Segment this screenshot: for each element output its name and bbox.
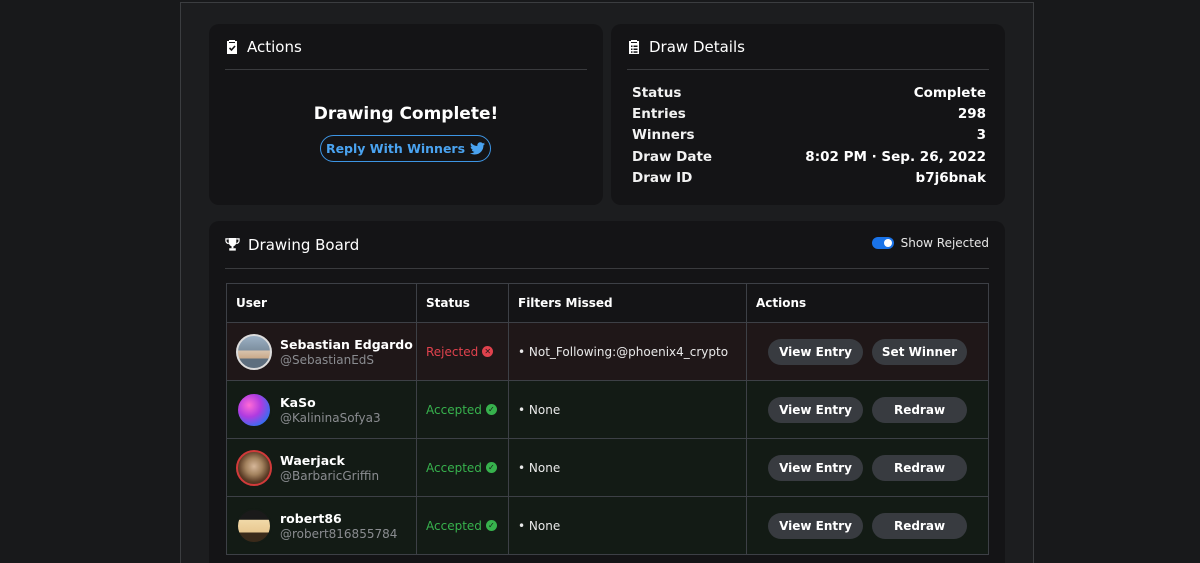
status-cell: Rejected ✕: [416, 322, 509, 381]
status-cell: Accepted ✓: [416, 438, 509, 497]
draw-details-title: Draw Details: [649, 37, 745, 56]
actions-card: Actions Drawing Complete! Reply With Win…: [209, 24, 603, 205]
user-cell: KaSo @KalininaSofya3: [226, 380, 417, 439]
user-cell: robert86 @robert816855784: [226, 496, 417, 555]
show-rejected-toggle[interactable]: [871, 237, 894, 249]
avatar: [236, 449, 272, 486]
view-entry-button[interactable]: View Entry: [768, 454, 863, 481]
drawing-board-card: Drawing Board Show Rejected User Status …: [209, 221, 1005, 563]
detail-label: Entries: [632, 106, 686, 122]
show-rejected-control: Show Rejected: [871, 236, 989, 250]
avatar: [236, 507, 272, 544]
draw-details-card: Draw Details Status Complete Entries 298…: [611, 24, 1005, 205]
status-cell: Accepted ✓: [416, 380, 509, 439]
detail-label: Draw Date: [632, 149, 713, 165]
reply-button-label: Reply With Winners: [325, 141, 466, 156]
show-rejected-label: Show Rejected: [900, 236, 989, 250]
column-header-user: User: [226, 283, 417, 323]
actions-header: Actions: [225, 24, 587, 70]
status-text: Rejected: [426, 344, 479, 359]
drawing-board-title: Drawing Board: [248, 235, 360, 254]
drawing-complete-message: Drawing Complete!: [313, 104, 499, 124]
detail-label: Winners: [632, 127, 695, 143]
detail-label: Draw ID: [632, 170, 693, 186]
clipboard-list-icon: [629, 39, 639, 54]
table-header-row: User Status Filters Missed Actions: [226, 283, 989, 323]
trophy-icon: [225, 237, 240, 251]
filters-cell: • None: [508, 496, 747, 555]
detail-row-entries: Entries 298: [632, 104, 986, 124]
user-cell: Sebastian Edgardo @SebastianEdS: [226, 322, 417, 381]
user-name: Sebastian Edgardo: [280, 336, 413, 352]
user-handle: @SebastianEdS: [280, 352, 375, 367]
detail-row-status: Status Complete: [632, 83, 986, 103]
column-header-filters: Filters Missed: [508, 283, 747, 323]
detail-row-draw-date: Draw Date 8:02 PM · Sep. 26, 2022: [632, 147, 986, 167]
twitter-icon: [470, 142, 486, 155]
actions-cell: View Entry Set Winner: [746, 322, 989, 381]
main-container: Actions Drawing Complete! Reply With Win…: [180, 2, 1034, 563]
table-row: robert86 @robert816855784 Accepted ✓ • N…: [226, 496, 989, 555]
detail-value: 8:02 PM · Sep. 26, 2022: [805, 149, 986, 165]
actions-title: Actions: [247, 37, 302, 56]
user-name: Waerjack: [280, 452, 345, 468]
filters-cell: • None: [508, 438, 747, 497]
detail-row-draw-id: Draw ID b7j6bnak: [632, 168, 986, 188]
detail-value: 298: [957, 106, 986, 122]
user-handle: @BarbaricGriffin: [280, 468, 380, 483]
filters-cell: • None: [508, 380, 747, 439]
drawing-board-table: User Status Filters Missed Actions Sebas…: [226, 283, 989, 555]
check-circle-icon: ✓: [485, 520, 497, 531]
user-name: robert86: [280, 510, 342, 526]
filters-cell: • Not_Following:@phoenix4_crypto: [508, 322, 747, 381]
status-text: Accepted: [426, 518, 482, 533]
x-circle-icon: ✕: [482, 346, 494, 357]
detail-row-winners: Winners 3: [632, 125, 986, 145]
table-row: Waerjack @BarbaricGriffin Accepted ✓ • N…: [226, 438, 989, 497]
view-entry-button[interactable]: View Entry: [768, 512, 863, 539]
check-circle-icon: ✓: [485, 462, 497, 473]
actions-cell: View Entry Redraw: [746, 438, 989, 497]
redraw-button[interactable]: Redraw: [872, 512, 967, 539]
column-header-status: Status: [416, 283, 509, 323]
user-handle: @KalininaSofya3: [280, 410, 381, 425]
draw-details-header: Draw Details: [627, 24, 989, 70]
avatar: [236, 391, 272, 428]
user-cell: Waerjack @BarbaricGriffin: [226, 438, 417, 497]
actions-cell: View Entry Redraw: [746, 380, 989, 439]
status-text: Accepted: [426, 460, 482, 475]
user-name: KaSo: [280, 394, 316, 410]
clipboard-check-icon: [227, 39, 237, 54]
redraw-button[interactable]: Redraw: [872, 454, 967, 481]
column-header-actions: Actions: [746, 283, 989, 323]
detail-value: 3: [976, 127, 986, 143]
reply-with-winners-button[interactable]: Reply With Winners: [320, 135, 491, 162]
detail-label: Status: [632, 85, 682, 101]
user-handle: @robert816855784: [280, 526, 398, 541]
actions-cell: View Entry Redraw: [746, 496, 989, 555]
avatar: [236, 333, 272, 370]
table-row: Sebastian Edgardo @SebastianEdS Rejected…: [226, 322, 989, 381]
redraw-button[interactable]: Redraw: [872, 396, 967, 423]
set-winner-button[interactable]: Set Winner: [872, 338, 967, 365]
view-entry-button[interactable]: View Entry: [768, 396, 863, 423]
detail-value: b7j6bnak: [915, 170, 986, 186]
view-entry-button[interactable]: View Entry: [768, 338, 863, 365]
detail-value: Complete: [913, 85, 986, 101]
status-cell: Accepted ✓: [416, 496, 509, 555]
table-row: KaSo @KalininaSofya3 Accepted ✓ • None V…: [226, 380, 989, 439]
status-text: Accepted: [426, 402, 482, 417]
check-circle-icon: ✓: [485, 404, 497, 415]
